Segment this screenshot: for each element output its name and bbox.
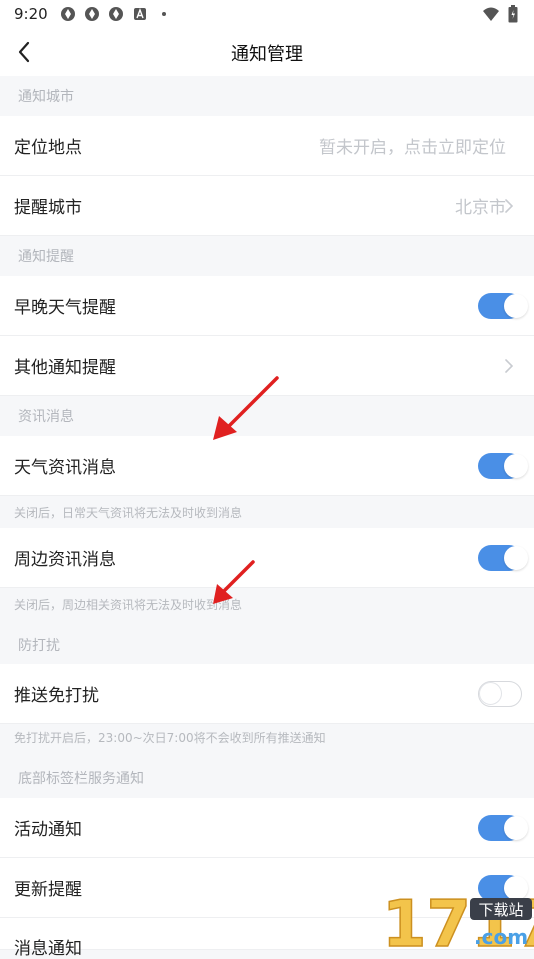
toggle-knob	[504, 453, 528, 478]
row-label: 定位地点	[14, 138, 82, 158]
battery-icon	[508, 5, 518, 23]
activity-row: 活动通知	[0, 798, 534, 858]
push-dnd-toggle[interactable]	[478, 680, 522, 707]
weather-news-row: 天气资讯消息	[0, 436, 534, 496]
watermark-logo: 17178 下载站 .com	[304, 880, 534, 959]
nearby-news-note: 关闭后，周边相关资讯将无法及时收到消息	[14, 597, 243, 612]
section-header-bottom-tab: 底部标签栏服务通知	[0, 758, 534, 798]
weather-news-toggle[interactable]	[478, 452, 528, 479]
toggle-knob	[479, 681, 502, 705]
location-row[interactable]: 定位地点 暂未开启，点击立即定位	[0, 116, 534, 176]
section-header-notify-remind: 通知提醒	[0, 236, 534, 276]
svg-text:下载站: 下载站	[478, 901, 523, 919]
chevron-right-icon	[505, 359, 514, 373]
row-label: 消息通知	[14, 939, 82, 959]
row-label: 天气资讯消息	[14, 458, 116, 478]
status-bar: 9:20	[0, 0, 534, 28]
row-label: 提醒城市	[14, 198, 82, 218]
svg-text:.com: .com	[474, 925, 528, 949]
dot-icon	[161, 12, 166, 16]
font-a-icon	[133, 8, 146, 20]
title-bar: 通知管理	[0, 28, 534, 76]
chevron-right-icon	[505, 199, 514, 213]
app-notification-icon	[60, 7, 75, 21]
row-label: 周边资讯消息	[14, 550, 116, 570]
toggle-knob	[504, 293, 528, 318]
system-icons	[482, 5, 518, 23]
watermark-17178-logo: 17178 下载站 .com	[381, 887, 534, 959]
notification-icons	[60, 6, 172, 22]
app-notification-icon	[84, 7, 99, 21]
page-title: 通知管理	[231, 44, 303, 65]
morning-evening-row: 早晚天气提醒	[0, 276, 534, 336]
section-header-notify-city: 通知城市	[0, 76, 534, 116]
toggle-knob	[504, 815, 528, 840]
toggle-knob	[504, 545, 528, 570]
nearby-news-toggle[interactable]	[478, 544, 528, 571]
wifi-icon	[483, 7, 499, 21]
row-label: 早晚天气提醒	[14, 298, 116, 318]
annotation-arrow-icon	[213, 376, 279, 440]
weather-news-note: 关闭后，日常天气资讯将无法及时收到消息	[14, 505, 243, 520]
nearby-news-row: 周边资讯消息	[0, 528, 534, 588]
row-label: 推送免打扰	[14, 686, 99, 706]
morning-evening-toggle[interactable]	[478, 292, 528, 319]
remind-city-value: 北京市	[455, 198, 506, 218]
remind-city-row[interactable]: 提醒城市 北京市	[0, 176, 534, 236]
location-status-value[interactable]: 暂未开启，点击立即定位	[319, 133, 506, 158]
row-label: 更新提醒	[14, 880, 82, 900]
row-label: 其他通知提醒	[14, 358, 116, 378]
section-header-dnd: 防打扰	[0, 626, 534, 664]
status-time: 9:20	[14, 5, 48, 23]
row-label: 活动通知	[14, 820, 82, 840]
annotation-arrow-icon	[213, 560, 255, 604]
app-notification-icon	[108, 7, 123, 21]
push-dnd-row: 推送免打扰	[0, 664, 534, 724]
push-dnd-note: 免打扰开启后，23:00~次日7:00将不会收到所有推送通知	[14, 730, 326, 745]
activity-toggle[interactable]	[478, 814, 528, 841]
